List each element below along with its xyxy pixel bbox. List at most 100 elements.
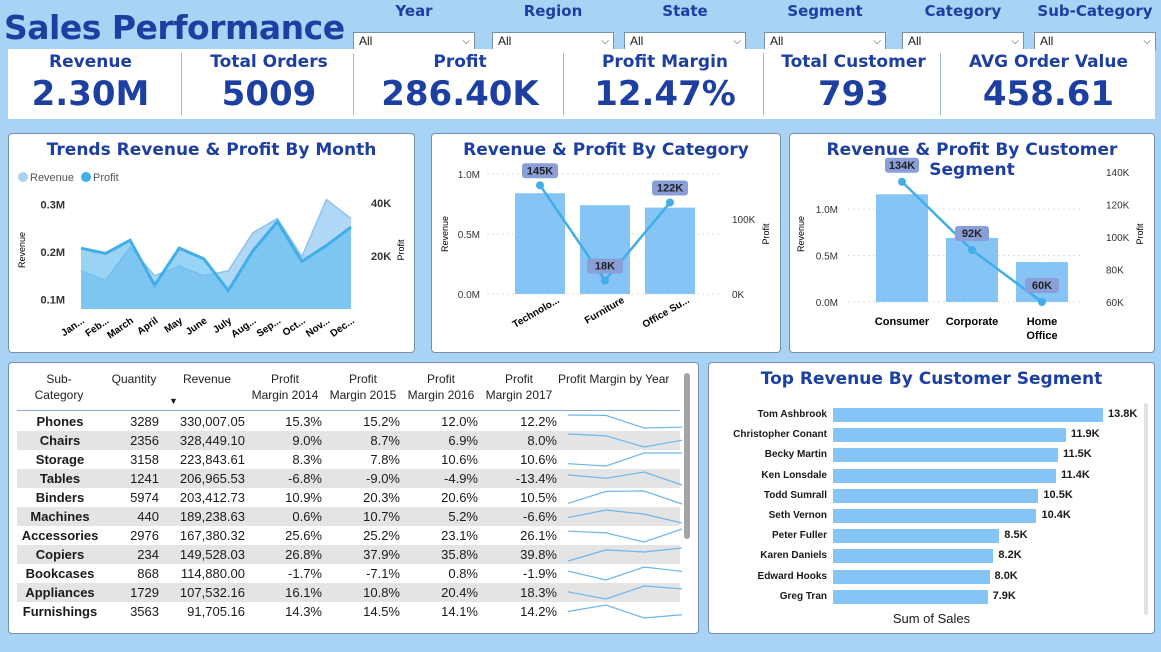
y-axis-label-right: Profit [396, 239, 406, 261]
slicer-label: Region [523, 2, 583, 20]
x-tick-segment: Office [1026, 330, 1057, 342]
table-row[interactable]: Accessories 2976 167,380.32 25.6% 25.2% 23.1%… [17, 526, 683, 545]
customer-bar[interactable] [833, 428, 1066, 443]
table-header[interactable]: Profit Margin 2014 [247, 371, 323, 403]
revenue-bar[interactable] [515, 193, 565, 294]
revenue-bar[interactable] [645, 207, 695, 294]
table-row[interactable]: Chairs 2356 328,449.10 9.0% 8.7% 6.9% 8.0% [17, 431, 683, 450]
table-row[interactable]: Appliances 1729 107,532.16 16.1% 10.8% 20.4% 1… [17, 583, 683, 602]
profit-data-label: 134K [889, 160, 915, 172]
kpi-label: AVG Order Value [968, 52, 1129, 72]
customer-bar[interactable] [833, 569, 990, 584]
table-row[interactable]: Machines 440 189,238.63 0.6% 10.7% 5.2% -6.6% [17, 507, 683, 526]
x-tick-month: Aug... [229, 315, 258, 340]
kpi-divider [563, 53, 564, 115]
table-header[interactable]: Revenue [169, 371, 245, 387]
cell-m15: 10.8% [363, 585, 400, 600]
x-tick-month: Dec... [329, 315, 357, 339]
kpi-divider [181, 53, 182, 115]
cell-rev: 328,449.10 [179, 433, 245, 448]
table-scrollbar[interactable] [684, 373, 690, 539]
profit-point[interactable] [666, 198, 674, 207]
table-header[interactable]: Profit Margin by Year [558, 371, 682, 387]
slicer-dropdown[interactable]: All ⌵ [1034, 32, 1156, 50]
cell-m14: 26.8% [285, 547, 322, 562]
customer-bar[interactable] [833, 408, 1103, 422]
category-chart: 1.0M 0.5M 0.0M 100K 0K Revenue Profit 145K 18K 12… [440, 163, 771, 331]
customer-value: 8.5K [1004, 529, 1028, 542]
table-row[interactable]: Furnishings 3563 91,705.16 14.3% 14.5% 14.1% 1… [17, 602, 683, 621]
cell-rev: 107,532.16 [179, 585, 245, 600]
customer-bar[interactable] [833, 509, 1037, 523]
cell-m15: 7.8% [370, 452, 400, 467]
kpi-label: Profit [433, 52, 487, 72]
cell-name: Binders [35, 490, 85, 505]
cell-qty: 1729 [130, 585, 159, 600]
sparkline [567, 547, 683, 562]
slicer-dropdown[interactable]: All ⌵ [492, 32, 614, 50]
profit-point[interactable] [601, 276, 609, 285]
slicer-label: Sub-Category [1037, 2, 1153, 20]
slicer-dropdown[interactable]: All ⌵ [764, 32, 886, 50]
customer-value: 8.2K [998, 549, 1022, 562]
cell-name: Copiers [35, 547, 85, 562]
revenue-bar[interactable] [876, 194, 928, 302]
slicer-dropdown[interactable]: All ⌵ [624, 32, 746, 50]
cell-m17: 10.5% [520, 490, 557, 505]
table-row[interactable]: Bookcases 868 114,880.00 -1.7% -7.1% 0.8% -1.9… [17, 564, 683, 583]
y-tick-left: 0.2M [41, 247, 65, 259]
sparkline-path [567, 604, 683, 619]
cell-m14: -6.8% [288, 471, 322, 486]
y-tick-right: 0K [732, 290, 745, 301]
slicer-value: All [908, 34, 922, 48]
sparkline [567, 585, 683, 600]
table-header[interactable]: Profit Margin 2016 [403, 371, 479, 403]
profit-point[interactable] [536, 181, 544, 190]
customer-bar[interactable] [833, 468, 1057, 483]
cell-qty: 3289 [130, 414, 159, 429]
slicer-dropdown[interactable]: All ⌵ [353, 32, 475, 50]
sort-desc-icon[interactable]: ▼ [169, 396, 178, 406]
table-header[interactable]: Sub- Category [19, 371, 99, 403]
slicer-label: Category [924, 2, 1002, 20]
sparkline [567, 433, 683, 448]
cell-name: Machines [30, 509, 90, 524]
table-row[interactable]: Copiers 234 149,528.03 26.8% 37.9% 35.8% 39.8% [17, 545, 683, 564]
profit-data-label: 18K [595, 261, 615, 273]
kpi-card: Profit 286.40K [355, 49, 565, 119]
profit-point[interactable] [1038, 298, 1046, 306]
chevron-down-icon: ⌵ [1143, 36, 1151, 47]
customer-bar[interactable] [833, 488, 1039, 503]
cell-rev: 206,965.53 [179, 471, 245, 486]
profit-point[interactable] [898, 177, 906, 186]
customer-bar[interactable] [833, 529, 1000, 544]
table-header[interactable]: Quantity [101, 371, 167, 387]
table-header[interactable]: Profit Margin 2015 [325, 371, 401, 403]
profit-point[interactable] [968, 246, 976, 254]
y-axis-label-left: Revenue [796, 216, 806, 252]
customer-value: 11.9K [1070, 428, 1100, 441]
table-header[interactable]: Profit Margin 2017 [481, 371, 557, 403]
table-row[interactable]: Phones 3289 330,007.05 15.3% 15.2% 12.0% 12.2% [17, 412, 683, 431]
top-customers-scrollbar[interactable] [1144, 403, 1148, 615]
profit-data-label: 60K [1032, 280, 1052, 292]
cell-m17: 26.1% [520, 528, 557, 543]
customer-bar[interactable] [833, 549, 994, 564]
kpi-card: AVG Order Value 458.61 [942, 49, 1155, 119]
page-title: Sales Performance [4, 8, 345, 47]
kpi-value: 12.47% [594, 74, 736, 114]
slicer-dropdown[interactable]: All ⌵ [902, 32, 1024, 50]
table-row[interactable]: Tables 1241 206,965.53 -6.8% -9.0% -4.9% -13.4… [17, 469, 683, 488]
slicer-label: Segment [787, 2, 863, 20]
y-axis-label-left: Revenue [17, 232, 27, 268]
kpi-value: 793 [818, 74, 889, 114]
slicer-label: State [662, 2, 708, 20]
customer-bar[interactable] [833, 589, 988, 604]
table-row[interactable]: Storage 3158 223,843.61 8.3% 7.8% 10.6% 10.6% [17, 450, 682, 469]
table-row[interactable]: Binders 5974 203,412.73 10.9% 20.3% 20.6% 10.5… [17, 488, 683, 507]
kpi-label: Profit Margin [601, 52, 729, 72]
customer-value: 11.5K [1063, 448, 1092, 461]
customer-bar[interactable] [833, 448, 1058, 463]
profit-data-label: 92K [962, 228, 982, 240]
segment-panel: Revenue & Profit By Customer Segment 1.0… [789, 133, 1155, 353]
